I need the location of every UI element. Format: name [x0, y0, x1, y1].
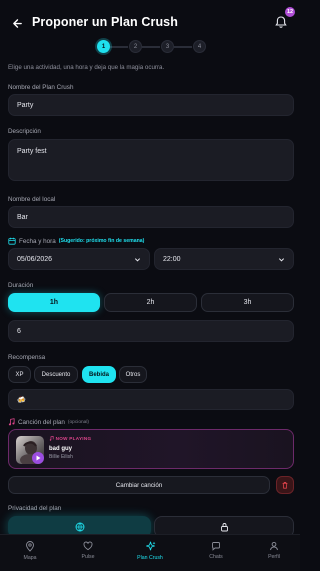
lock-icon — [220, 523, 228, 532]
privacy-label: Privacidad del plan — [8, 505, 62, 512]
play-button[interactable] — [32, 452, 44, 464]
tab-label: Perfil — [268, 554, 280, 560]
venue-label: Nombre del local — [8, 196, 56, 203]
bottom-tab-bar: Mapa Pulse Plan Crush Chats Perfil — [0, 534, 300, 571]
reward-option-xp[interactable]: XP — [8, 366, 31, 383]
song-label-text: Canción del plan — [18, 418, 65, 426]
play-icon — [36, 455, 40, 461]
sparkles-icon — [145, 541, 155, 551]
song-optional-text: (opcional) — [67, 419, 89, 425]
step-2: 2 — [129, 40, 142, 53]
date-hint: (Sugerido: próximo fin de semana) — [58, 238, 145, 244]
tab-plan-crush[interactable]: Plan Crush — [122, 541, 178, 561]
reward-option-descuento[interactable]: Descuento — [34, 366, 78, 383]
page-title: Proponer un Plan Crush — [32, 15, 178, 29]
tab-label: Chats — [209, 554, 223, 560]
tab-chats[interactable]: Chats — [188, 541, 244, 560]
calendar-icon — [8, 237, 16, 245]
date-time-label: Fecha y hora (Sugerido: próximo fin de s… — [8, 237, 144, 245]
tab-label: Pulse — [81, 554, 95, 560]
date-select[interactable]: 05/06/2026 — [8, 248, 150, 270]
step-connector — [142, 46, 160, 48]
reward-option-bebida[interactable]: Bebida — [82, 366, 116, 383]
heart-icon — [83, 541, 93, 551]
tab-pulse[interactable]: Pulse — [60, 541, 116, 560]
song-artist: Billie Eilish — [49, 454, 73, 460]
tab-mapa[interactable]: Mapa — [2, 541, 58, 561]
duration-option-1h[interactable]: 1h — [8, 293, 100, 312]
venue-input[interactable]: Bar — [8, 206, 294, 228]
date-label-text: Fecha y hora — [19, 237, 56, 245]
globe-icon — [75, 522, 84, 532]
chevron-down-icon — [134, 257, 141, 261]
tab-label: Plan Crush — [137, 555, 163, 561]
user-icon — [270, 541, 278, 551]
chevron-down-icon — [278, 257, 285, 261]
music-note-icon — [8, 418, 15, 426]
duration-option-3h[interactable]: 3h — [201, 293, 294, 312]
plan-name-input[interactable]: Party — [8, 94, 294, 116]
change-song-button[interactable]: Cambiar canción — [8, 476, 270, 494]
plan-name-label: Nombre del Plan Crush — [8, 84, 74, 91]
chat-bubble-icon — [212, 542, 220, 551]
step-connector — [174, 46, 192, 48]
music-note-icon — [49, 435, 54, 441]
step-4: 4 — [193, 40, 206, 53]
song-card[interactable]: NOW PLAYING bad guy Billie Eilish — [8, 429, 294, 469]
trash-icon — [282, 482, 288, 489]
bell-icon — [275, 16, 287, 28]
duration-label: Duración — [8, 282, 34, 289]
time-select[interactable]: 22:00 — [154, 248, 294, 270]
duration-option-2h[interactable]: 2h — [104, 293, 197, 312]
step-connector — [110, 46, 128, 48]
intro-text: Elige una actividad, una hora y deja que… — [8, 64, 165, 71]
description-textarea[interactable]: Party fest — [8, 139, 294, 181]
date-value: 05/06/2026 — [17, 255, 53, 263]
description-label: Descripción — [8, 128, 41, 135]
map-pin-icon — [26, 541, 34, 552]
progress-stepper: 1 2 3 4 — [96, 40, 206, 54]
delete-song-button[interactable] — [276, 476, 294, 494]
reward-option-otros[interactable]: Otros — [119, 366, 147, 383]
arrow-left-icon — [12, 18, 22, 28]
notification-badge: 12 — [285, 7, 295, 17]
time-value: 22:00 — [163, 255, 181, 263]
now-playing-text: NOW PLAYING — [55, 436, 92, 441]
song-title: bad guy — [49, 446, 73, 452]
step-3: 3 — [161, 40, 174, 53]
back-button[interactable] — [8, 14, 26, 32]
custom-duration-input[interactable]: 6 — [8, 320, 294, 342]
reward-label: Recompensa — [8, 354, 46, 361]
song-label: Canción del plan (opcional) — [8, 418, 89, 426]
reward-detail-input[interactable]: 🍻 — [8, 389, 294, 410]
tab-label: Mapa — [23, 555, 37, 561]
now-playing-label: NOW PLAYING — [49, 435, 92, 441]
step-1: 1 — [97, 40, 110, 53]
tab-perfil[interactable]: Perfil — [246, 541, 302, 560]
